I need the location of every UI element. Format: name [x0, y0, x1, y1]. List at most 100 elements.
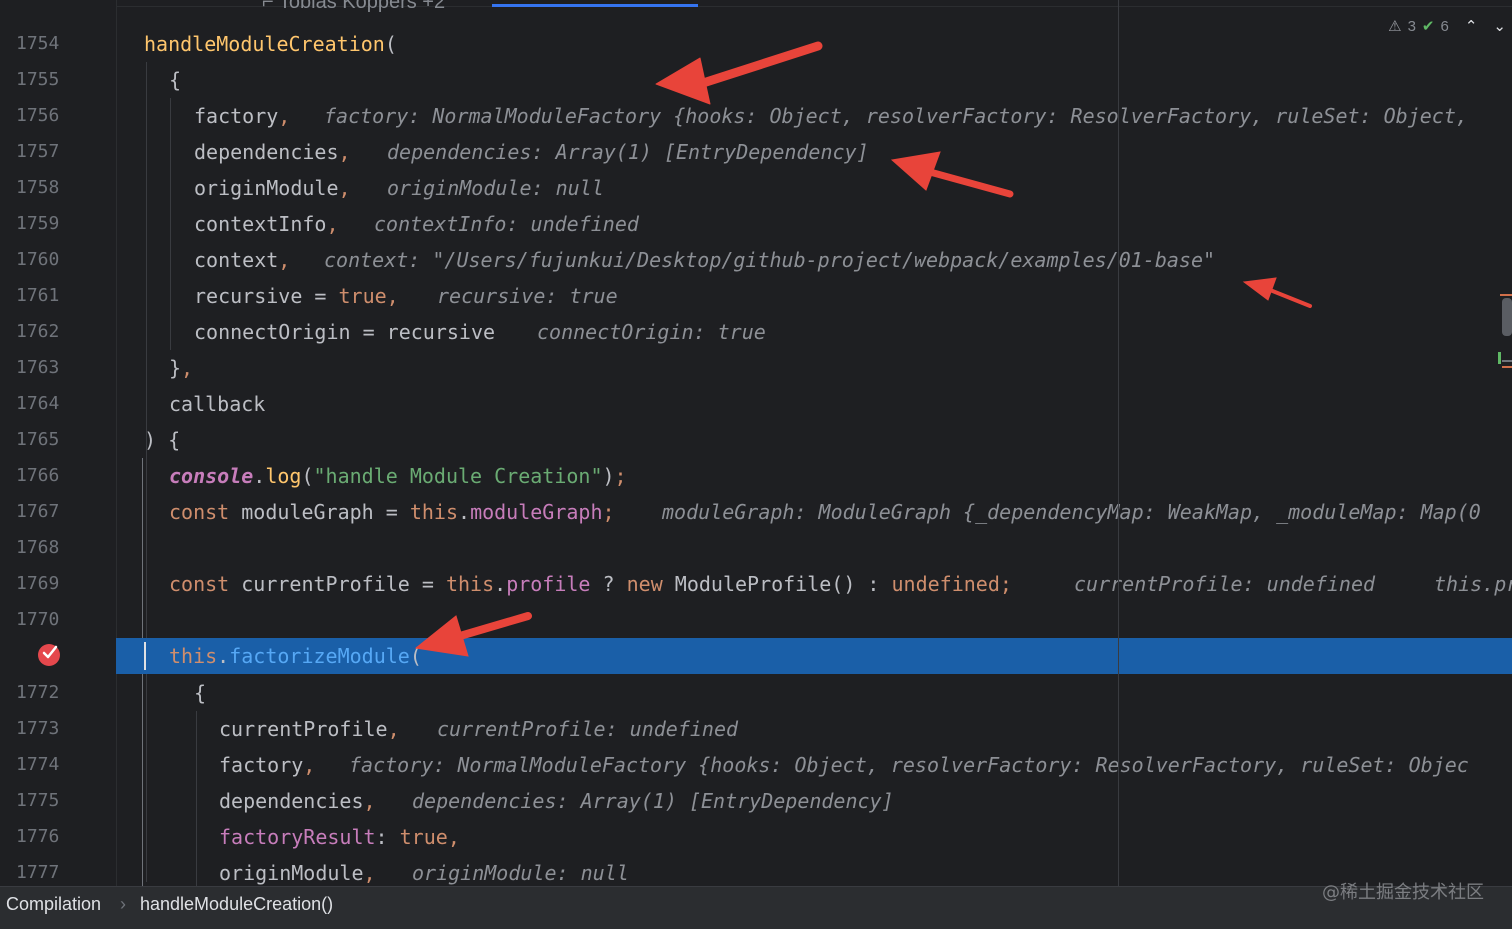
console-object: console: [169, 464, 254, 488]
variable: currentProfile =: [229, 572, 446, 596]
keyword-true: true: [399, 825, 448, 849]
chevron-down-icon[interactable]: ⌄: [1493, 17, 1506, 35]
debug-value-hint[interactable]: originModule: null: [412, 855, 629, 886]
variable: moduleGraph =: [229, 500, 410, 524]
comma: ,: [278, 104, 291, 128]
line-number: 1762: [16, 321, 60, 342]
paren: (: [301, 464, 314, 488]
colon: :: [375, 825, 400, 849]
param: contextInfo: [194, 212, 327, 236]
debug-value-hint[interactable]: moduleGraph: ModuleGraph {_dependencyMap…: [662, 494, 1481, 530]
line-number: 1776: [16, 826, 60, 847]
paren: ): [602, 464, 615, 488]
code-line-1775: dependencies, dependencies: Array(1) [En…: [116, 783, 1512, 819]
line-number: 1766: [16, 465, 60, 486]
line-number: 1754: [16, 33, 60, 54]
class-call: ModuleProfile() :: [662, 572, 892, 596]
code-line-1755: {: [116, 62, 1512, 98]
dot: .: [217, 644, 230, 668]
comma: ,: [363, 861, 376, 885]
comma: ,: [303, 753, 316, 777]
method: factorizeModule: [229, 644, 410, 668]
property: profile: [506, 572, 591, 596]
code-line-1765: ) {: [116, 422, 1512, 458]
debug-value-hint[interactable]: contextInfo: undefined: [374, 206, 639, 242]
debug-value-hint[interactable]: originModule: null: [387, 170, 604, 206]
comma: ,: [387, 717, 400, 741]
watermark: @稀土掘金技术社区: [1322, 882, 1484, 903]
brace: {: [194, 681, 207, 705]
line-number: 1770: [16, 609, 60, 630]
chevron-up-icon[interactable]: ⌃: [1465, 17, 1478, 35]
debug-value-hint[interactable]: recursive: true: [437, 278, 618, 314]
param: originModule: [194, 176, 339, 200]
brace: }: [169, 356, 182, 380]
param: factory: [219, 753, 304, 777]
inspection-widget[interactable]: ⚠ 3 ✔ 6 ⌃ ⌄: [1388, 14, 1506, 38]
code-line-1771-execution-point: this.factorizeModule(: [116, 638, 1512, 674]
comma: ,: [338, 176, 351, 200]
line-number: 1767: [16, 501, 60, 522]
line-number: 1765: [16, 429, 60, 450]
scrollbar-markers[interactable]: [1498, 290, 1512, 380]
debug-value-hint[interactable]: factory: NormalModuleFactory {hooks: Obj…: [324, 98, 1468, 134]
line-number: 1768: [16, 537, 60, 558]
line-number: 1763: [16, 357, 60, 378]
debug-value-hint[interactable]: dependencies: Array(1) [EntryDependency]: [412, 783, 894, 819]
brace: {: [169, 68, 182, 92]
warning-count: 3: [1407, 17, 1416, 35]
method: log: [265, 464, 302, 488]
property: moduleGraph: [470, 500, 603, 524]
property: factoryResult: [219, 825, 376, 849]
dot: .: [253, 464, 266, 488]
code-author-hint[interactable]: ⌐ Tobias Koppers +2: [262, 0, 445, 14]
line-number: 1755: [16, 69, 60, 90]
line-number: 1757: [16, 141, 60, 162]
breakpoint-icon[interactable]: [36, 641, 62, 667]
code-line-1761: recursive = true, recursive: true: [116, 278, 1512, 314]
line-number: 1777: [16, 862, 60, 883]
code-area[interactable]: ⌐ Tobias Koppers +2 handleModuleCreation…: [116, 0, 1512, 886]
line-number: 1773: [16, 718, 60, 739]
keyword-const: const: [169, 572, 230, 596]
right-margin-guide: [1118, 0, 1119, 886]
breadcrumb-item-class[interactable]: Compilation: [6, 893, 101, 915]
code-line-1763: },: [116, 350, 1512, 386]
keyword-undefined: undefined: [891, 572, 1000, 596]
comma: ,: [338, 140, 351, 164]
paren: (: [384, 32, 397, 56]
code-line-1777: originModule, originModule: null: [116, 855, 1512, 886]
ok-count: 6: [1440, 17, 1449, 35]
debug-value-hint[interactable]: dependencies: Array(1) [EntryDependency]: [387, 134, 869, 170]
breadcrumb-item-method[interactable]: handleModuleCreation(): [140, 893, 333, 915]
debug-value-hint[interactable]: currentProfile: undefined: [1074, 566, 1375, 602]
debug-value-hint[interactable]: context: "/Users/fujunkui/Desktop/github…: [324, 242, 1215, 278]
debug-value-hint[interactable]: this.pr: [1434, 566, 1512, 602]
debug-value-hint[interactable]: factory: NormalModuleFactory {hooks: Obj…: [349, 747, 1469, 783]
param: factory: [194, 104, 279, 128]
comma: ,: [326, 212, 339, 236]
keyword-true: true: [338, 284, 387, 308]
param: callback: [169, 392, 266, 416]
dot: .: [494, 572, 507, 596]
line-number: 1756: [16, 105, 60, 126]
code-line-1759: contextInfo, contextInfo: undefined: [116, 206, 1512, 242]
comma: ,: [386, 284, 399, 308]
code-editor[interactable]: 1754 1755 1756 1757 1758 1759 1760 1761 …: [0, 0, 1512, 886]
line-number: 1764: [16, 393, 60, 414]
line-number: 1772: [16, 682, 60, 703]
debug-value-hint[interactable]: connectOrigin: true: [537, 314, 766, 350]
breadcrumb-bar: Compilation › handleModuleCreation(): [0, 886, 1512, 929]
code-line-1773: currentProfile, currentProfile: undefine…: [116, 711, 1512, 747]
debug-value-hint[interactable]: currentProfile: undefined: [437, 711, 738, 747]
paren: (: [409, 644, 422, 668]
code-line-1758: originModule, originModule: null: [116, 170, 1512, 206]
code-line-1757: dependencies, dependencies: Array(1) [En…: [116, 134, 1512, 170]
param: dependencies: [194, 140, 339, 164]
keyword-new: new: [626, 572, 663, 596]
param: recursive =: [194, 284, 339, 308]
line-number: 1774: [16, 754, 60, 775]
line-number-gutter[interactable]: 1754 1755 1756 1757 1758 1759 1760 1761 …: [0, 0, 117, 886]
param: dependencies: [219, 789, 364, 813]
ternary: ?: [590, 572, 627, 596]
